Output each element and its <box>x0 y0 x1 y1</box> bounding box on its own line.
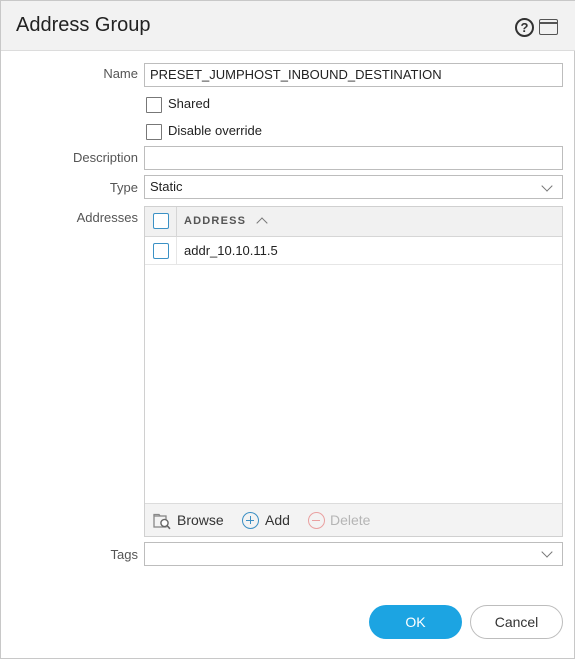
select-all-checkbox[interactable] <box>153 213 169 229</box>
type-select[interactable]: Static <box>144 175 563 199</box>
dialog-title: Address Group <box>16 14 151 36</box>
ok-button[interactable]: OK <box>369 605 462 639</box>
sort-ascending-icon[interactable] <box>256 217 268 229</box>
address-group-dialog: Address Group ? Name PRESET_JUMPHOST_INB… <box>0 0 575 659</box>
type-select-value: Static <box>150 179 183 194</box>
add-button[interactable]: Add <box>265 512 290 528</box>
add-icon[interactable] <box>242 512 259 529</box>
maximize-icon[interactable] <box>539 19 558 35</box>
browse-button[interactable]: Browse <box>177 512 224 528</box>
delete-button: Delete <box>330 512 371 528</box>
browse-icon[interactable] <box>153 513 171 530</box>
cancel-button[interactable]: Cancel <box>470 605 563 639</box>
tags-label: Tags <box>110 547 138 562</box>
delete-icon <box>308 512 325 529</box>
dialog-title-bar[interactable]: Address Group ? <box>1 1 575 51</box>
header-check-cell <box>145 207 177 237</box>
address-column-header[interactable]: ADDRESS <box>184 215 246 227</box>
description-input[interactable] <box>144 146 563 170</box>
description-label: Description <box>72 150 138 165</box>
grid-footer: Browse Add Delete <box>145 503 562 536</box>
row-checkbox[interactable] <box>153 243 169 259</box>
disable-override-checkbox[interactable] <box>146 124 162 140</box>
row-address[interactable]: addr_10.10.11.5 <box>184 243 278 258</box>
name-label: Name <box>103 66 138 81</box>
addresses-label: Addresses <box>76 210 138 225</box>
row-check-cell <box>145 237 177 265</box>
table-row[interactable]: addr_10.10.11.5 <box>145 237 562 265</box>
name-input[interactable]: PRESET_JUMPHOST_INBOUND_DESTINATION <box>144 63 563 87</box>
grid-header: ADDRESS <box>145 207 562 237</box>
tags-select[interactable] <box>144 542 563 566</box>
type-label: Type <box>109 180 138 195</box>
disable-override-label: Disable override <box>168 123 262 138</box>
addresses-grid: ADDRESS addr_10.10.11.5 Browse Add Delet… <box>144 206 563 537</box>
help-icon[interactable]: ? <box>515 18 534 37</box>
shared-label: Shared <box>168 96 210 111</box>
shared-checkbox[interactable] <box>146 97 162 113</box>
